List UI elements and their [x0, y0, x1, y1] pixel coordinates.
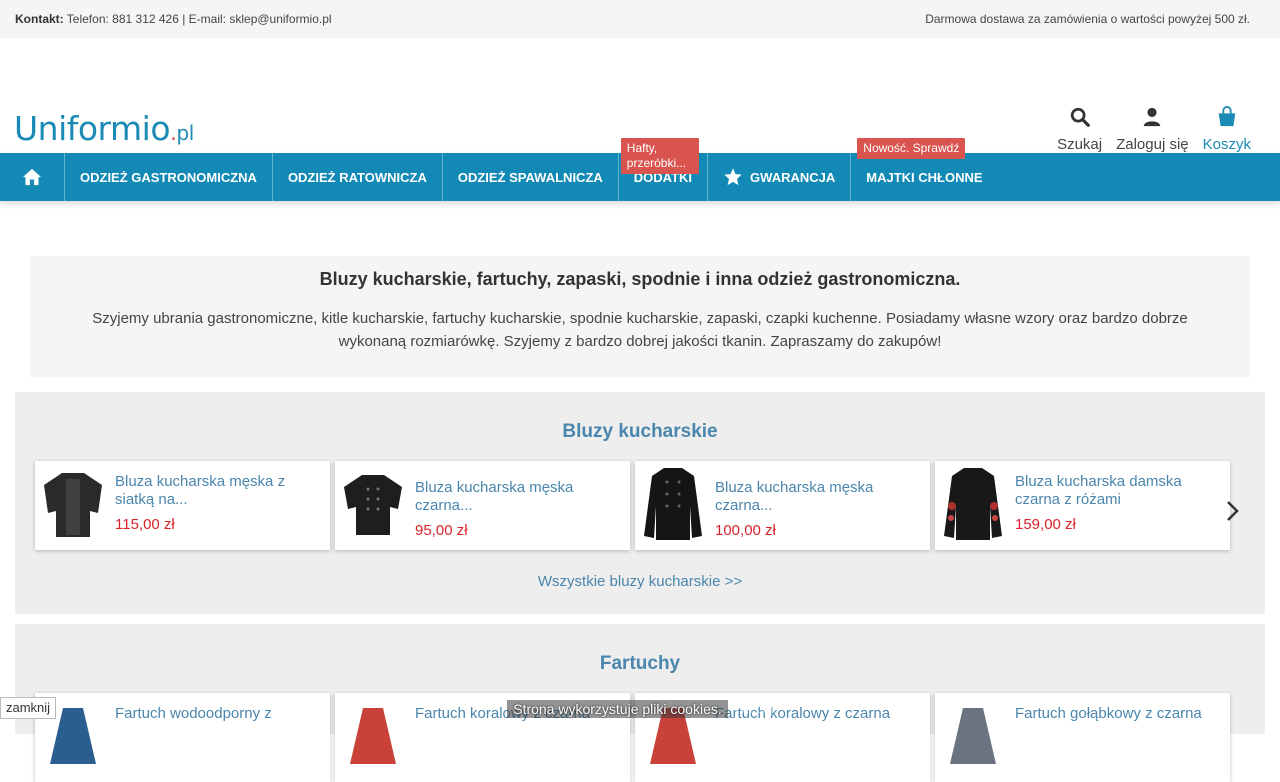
- site-header: Uniformio.pl Szukaj Zaloguj się Koszyk: [0, 38, 1280, 153]
- product-name: Bluza kucharska męska czarna...: [715, 479, 874, 514]
- home-icon: [23, 168, 41, 186]
- all-chef-jackets-link[interactable]: Wszystkie bluzy kucharskie >>: [15, 573, 1265, 590]
- nav-label: GWARANCJA: [750, 169, 836, 185]
- nav-item-odziez-gastronomiczna[interactable]: ODZIEŻ GASTRONOMICZNA: [65, 153, 273, 201]
- intro-box: Bluzy kucharskie, fartuchy, zapaski, spo…: [30, 256, 1250, 377]
- product-name: Bluza kucharska męska czarna...: [415, 479, 574, 514]
- product-card[interactable]: Bluza kucharska męska czarna... 100,00 zł: [635, 461, 930, 550]
- contact-label: Kontakt:: [15, 12, 64, 26]
- product-card[interactable]: Bluza kucharska męska czarna... 95,00 zł: [335, 461, 630, 550]
- product-price: 100,00 zł: [715, 522, 776, 539]
- cart-button[interactable]: Koszyk: [1196, 106, 1258, 153]
- chef-jacket-image: [44, 473, 102, 537]
- nav-label: ODZIEŻ SPAWALNICZA: [457, 169, 603, 185]
- product-image: [39, 465, 107, 543]
- main-navigation: ODZIEŻ GASTRONOMICZNA ODZIEŻ RATOWNICZA …: [0, 138, 1280, 201]
- login-button[interactable]: Zaloguj się: [1109, 106, 1196, 153]
- section-title: Fartuchy: [599, 653, 681, 674]
- nav-label: ODZIEŻ GASTRONOMICZNA: [80, 169, 257, 185]
- contact-text: Telefon: 881 312 426 | E-mail: sklep@uni…: [66, 12, 332, 26]
- logo-text: Uniformio: [14, 109, 171, 148]
- chef-jacket-roses-image: [944, 468, 1002, 540]
- product-carousel: Bluza kucharska męska z siatką na... 115,…: [35, 461, 1230, 550]
- product-card[interactable]: Bluza kucharska damska czarna z różami 15…: [935, 461, 1230, 550]
- nav-label: MAJTKI CHŁONNE: [866, 169, 983, 185]
- cookie-more-link[interactable]: Więcej: [734, 701, 773, 716]
- star-icon: [724, 168, 742, 186]
- logo-tld: pl: [176, 121, 195, 145]
- carousel-next-button[interactable]: [1222, 496, 1242, 526]
- nav-badge-majtki: Nowość. Sprawdź: [857, 138, 966, 159]
- product-price: 159,00 zł: [1015, 516, 1076, 533]
- logo[interactable]: Uniformio.pl: [14, 112, 194, 145]
- nav-item-gwarancja[interactable]: GWARANCJA: [708, 153, 852, 201]
- page-title: Bluzy kucharskie, fartuchy, zapaski, spo…: [319, 269, 961, 289]
- shopping-bag-icon: [1218, 106, 1236, 127]
- product-image: [339, 465, 407, 543]
- nav-badge-dodatki: Hafty, przeróbki...: [620, 138, 699, 174]
- product-price: 115,00 zł: [115, 516, 175, 533]
- chevron-right-icon: [1227, 501, 1239, 521]
- search-button[interactable]: Szukaj: [1050, 106, 1109, 153]
- intro-text: Szyjemy ubrania gastronomiczne, kitle ku…: [92, 310, 1188, 350]
- login-label: Zaloguj się: [1116, 136, 1189, 153]
- chef-jacket-image: [644, 468, 702, 540]
- product-price: 95,00 zł: [415, 522, 468, 539]
- cookie-text: Strona wykorzystuje pliki cookies.: [507, 699, 728, 718]
- free-shipping-note: Darmowa dostawa za zamówienia o wartości…: [925, 12, 1250, 26]
- nav-item-majtki-chlonne[interactable]: MAJTKI CHŁONNE Nowość. Sprawdź: [851, 138, 997, 201]
- nav-item-dodatki[interactable]: DODATKI Hafty, przeróbki...: [619, 138, 709, 201]
- product-name: Bluza kucharska męska z siatką na...: [115, 473, 286, 508]
- user-icon: [1144, 107, 1161, 127]
- cart-label: Koszyk: [1202, 136, 1251, 153]
- product-card[interactable]: Bluza kucharska męska z siatką na... 115,…: [35, 461, 330, 550]
- search-label: Szukaj: [1057, 136, 1103, 153]
- contact-info: Kontakt: Telefon: 881 312 426 | E-mail: …: [15, 12, 332, 26]
- header-actions: Szukaj Zaloguj się Koszyk: [1050, 106, 1258, 153]
- section-bluzy-kucharskie: Bluzy kucharskie Bluza kucharska męska z…: [15, 392, 1265, 614]
- nav-item-odziez-spawalnicza[interactable]: ODZIEŻ SPAWALNICZA: [443, 153, 619, 201]
- search-icon: [1070, 107, 1090, 127]
- product-image: [939, 465, 1007, 543]
- nav-label: ODZIEŻ RATOWNICZA: [287, 169, 427, 185]
- cookie-close-button[interactable]: zamknij: [0, 697, 57, 719]
- product-image: [639, 465, 707, 543]
- cookie-banner: Strona wykorzystuje pliki cookies. Więce…: [0, 697, 1280, 720]
- chef-jacket-image: [344, 475, 402, 535]
- nav-item-odziez-ratownicza[interactable]: ODZIEŻ RATOWNICZA: [273, 153, 443, 201]
- top-contact-bar: Kontakt: Telefon: 881 312 426 | E-mail: …: [0, 0, 1280, 38]
- product-name: Bluza kucharska damska czarna z różami: [1015, 473, 1182, 508]
- nav-home[interactable]: [0, 153, 65, 201]
- section-title: Bluzy kucharskie: [562, 421, 718, 442]
